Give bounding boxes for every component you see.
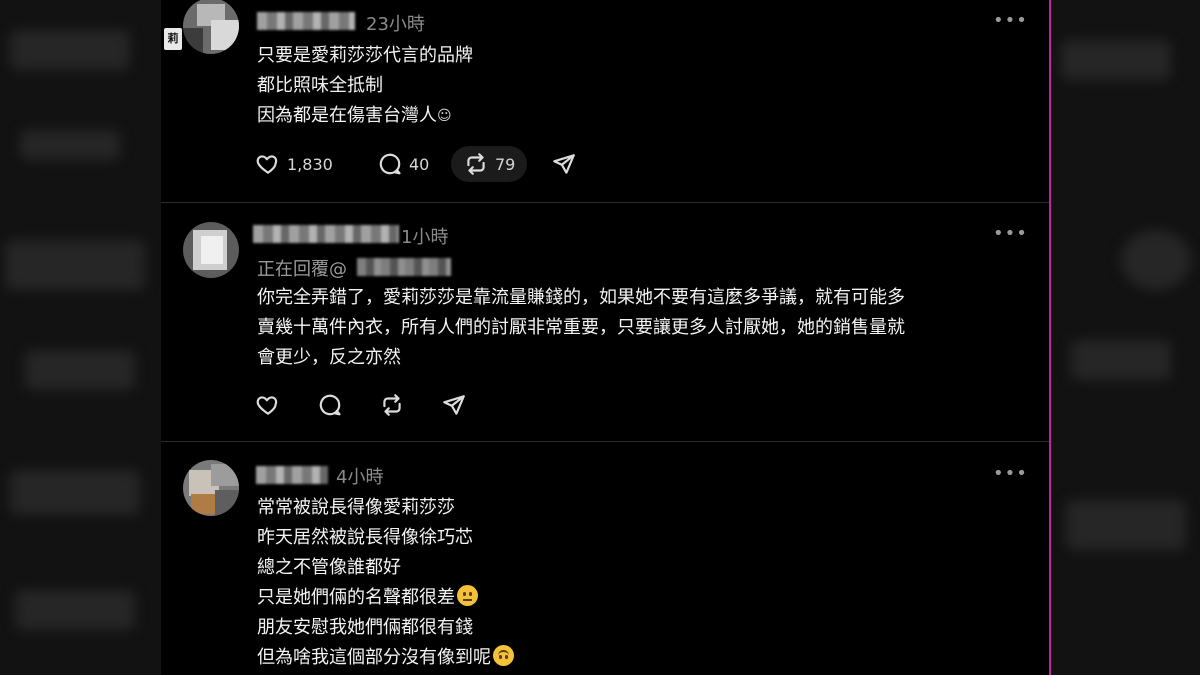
repost-count: 79: [495, 154, 516, 174]
send-icon: [443, 395, 465, 415]
comment-3: 4小時 ••• 常常被說長得像愛莉莎莎 昨天居然被說長得像徐巧芯 總之不管像誰都…: [161, 442, 1050, 675]
reply-button[interactable]: [317, 387, 343, 423]
comment-line: 總之不管像誰都好: [257, 557, 401, 578]
repost-icon: [467, 153, 485, 175]
comment-line-with-emoji: 但為啥我這個部分沒有像到呢: [257, 643, 514, 673]
timestamp: 1小時: [401, 227, 449, 248]
like-button[interactable]: 1,830: [255, 146, 333, 182]
comment-line: 只要是愛莉莎莎代言的品牌: [257, 45, 473, 66]
like-button[interactable]: [255, 387, 281, 423]
more-dots-icon[interactable]: •••: [993, 463, 1028, 484]
username-blurred[interactable]: [256, 466, 328, 484]
comment-1: 莉 23小時 ••• 只要是愛莉莎莎代言的品牌 都比照味全抵制 因為都是在傷害台…: [161, 0, 1050, 202]
avatar[interactable]: [183, 222, 239, 278]
upside-down-face-emoji: [493, 645, 514, 666]
heart-icon: [256, 396, 278, 415]
avatar[interactable]: [183, 0, 239, 54]
action-bar: [255, 387, 485, 423]
comment-line: 常常被說長得像愛莉莎莎: [257, 497, 455, 518]
comment-line: 都比照味全抵制: [257, 75, 383, 96]
share-button[interactable]: [551, 146, 577, 182]
reply-count: 40: [409, 154, 430, 174]
repost-button[interactable]: [379, 387, 405, 423]
reply-button[interactable]: 40: [377, 146, 429, 182]
repost-icon: [383, 394, 401, 416]
comment-bubble-icon: [379, 153, 401, 175]
comment-body: 常常被說長得像愛莉莎莎 昨天居然被說長得像徐巧芯 總之不管像誰都好 只是她們倆的…: [257, 493, 514, 673]
timestamp: 23小時: [366, 14, 425, 35]
send-icon: [553, 154, 575, 174]
side-label-tag: 莉: [164, 28, 182, 50]
username-blurred[interactable]: [253, 225, 399, 243]
comment-line-with-smiley: 因為都是在傷害台灣人☺: [257, 101, 473, 131]
comment-body: 只要是愛莉莎莎代言的品牌 都比照味全抵制 因為都是在傷害台灣人☺: [257, 41, 473, 131]
comment-line-text: 因為都是在傷害台灣人: [257, 105, 437, 126]
more-dots-icon[interactable]: •••: [993, 223, 1028, 244]
share-button[interactable]: [441, 387, 467, 423]
timestamp: 4小時: [336, 467, 384, 488]
like-count: 1,830: [287, 154, 333, 174]
comment-body: 你完全弄錯了，愛莉莎莎是靠流量賺錢的，如果她不要有這麼多爭議，就有可能多 賣幾十…: [257, 283, 905, 373]
username-blurred[interactable]: [257, 12, 355, 30]
action-bar: 1,830 40 79: [255, 146, 585, 182]
comment-line-with-emoji: 只是她們倆的名聲都很差: [257, 583, 514, 613]
comment-line: 昨天居然被說長得像徐巧芯: [257, 527, 473, 548]
replying-to-username-blurred[interactable]: [357, 258, 451, 276]
comment-line: 會更少，反之亦然: [257, 347, 401, 368]
comment-line: 賣幾十萬件內衣，所有人們的討厭非常重要，只要讓更多人討厭她，她的銷售量就: [257, 317, 905, 338]
accent-edge-line: [1049, 0, 1051, 675]
neutral-face-emoji: [457, 585, 478, 606]
comment-line-text: 但為啥我這個部分沒有像到呢: [257, 647, 491, 668]
comment-2: 1小時 ••• 正在回覆@ 你完全弄錯了，愛莉莎莎是靠流量賺錢的，如果她不要有這…: [161, 203, 1050, 441]
blurred-background-right: [1051, 0, 1200, 675]
comment-line: 朋友安慰我她們倆都很有錢: [257, 617, 473, 638]
threads-feed: 莉 23小時 ••• 只要是愛莉莎莎代言的品牌 都比照味全抵制 因為都是在傷害台…: [161, 0, 1050, 675]
more-dots-icon[interactable]: •••: [993, 10, 1028, 31]
comment-line-text: 只是她們倆的名聲都很差: [257, 587, 455, 608]
blurred-background-left: [0, 0, 161, 675]
replying-to-label: 正在回覆@: [257, 259, 347, 280]
comment-bubble-icon: [319, 394, 341, 416]
smiley-glyph: ☺: [437, 108, 452, 124]
repost-button[interactable]: 79: [451, 146, 528, 182]
comment-line: 你完全弄錯了，愛莉莎莎是靠流量賺錢的，如果她不要有這麼多爭議，就有可能多: [257, 287, 905, 308]
avatar[interactable]: [183, 460, 239, 516]
heart-icon: [256, 155, 278, 174]
